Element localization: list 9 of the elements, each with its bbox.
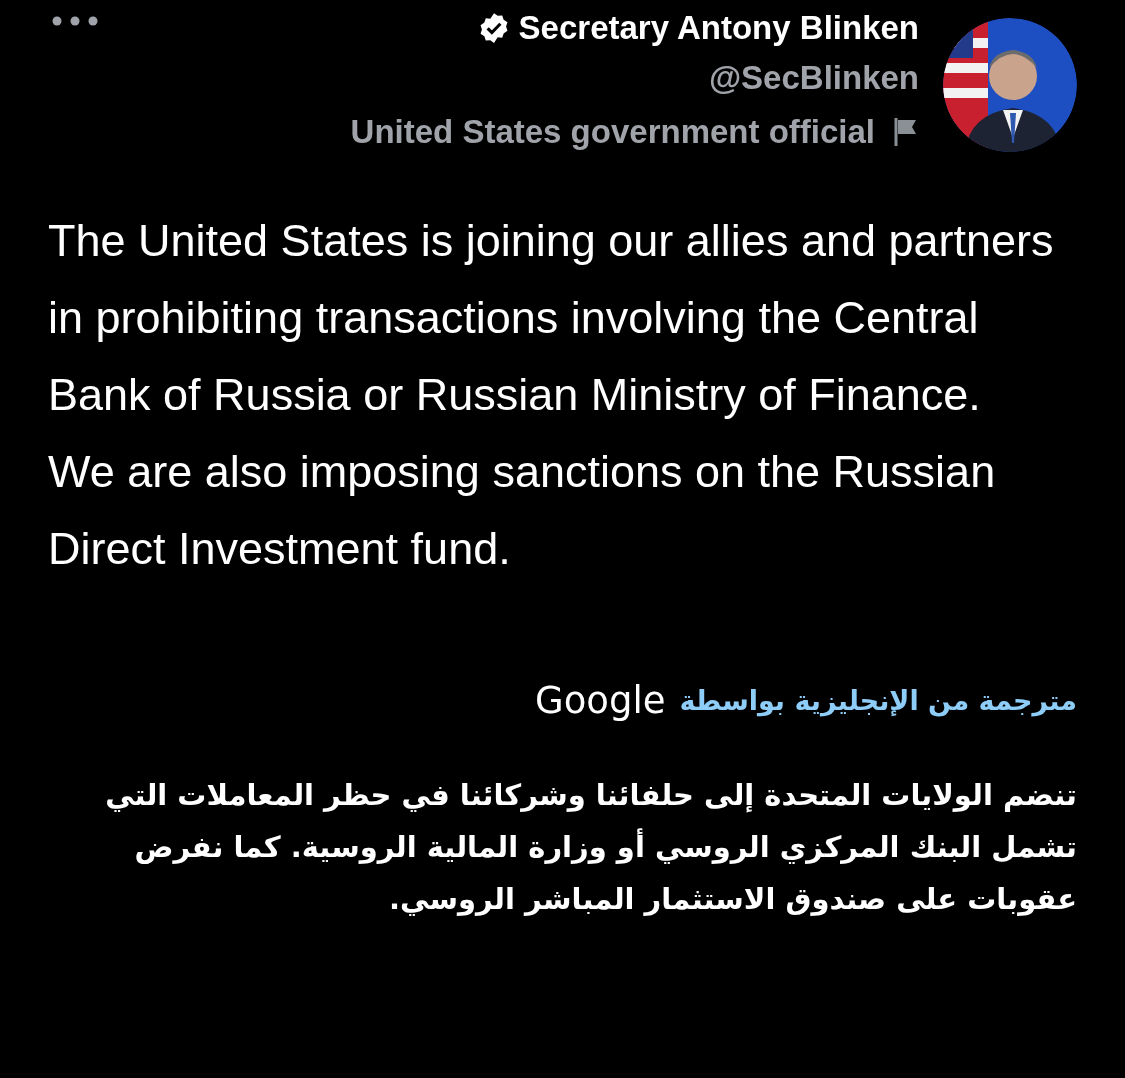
account-label: United States government official xyxy=(350,112,875,152)
author-handle[interactable]: @SecBlinken xyxy=(708,54,919,102)
tweet-text: The United States is joining our allies and partners in prohibiting transactions involving the Central Bank of Russia or Russian Ministry of Finance. We are also imposing sanctions on the Russian Direct Investment fund. xyxy=(48,214,1055,576)
more-options-icon[interactable] xyxy=(52,16,98,26)
flag-icon xyxy=(893,116,919,148)
author-name[interactable]: Secretary Antony Blinken xyxy=(518,6,919,50)
translated-text: تنضم الولايات المتحدة إلى حلفائنا وشركائنا في حظر المعاملات التي تشمل البنك المركزي الروسي أو وزارة المالية الروسية. كما نفرض عقوبات على صندوق الاستثمار المباشر الروسي. xyxy=(104,776,1077,918)
translation-note: مترجمة من الإنجليزية بواسطة xyxy=(679,683,1077,719)
translator-logo: Google xyxy=(534,678,666,724)
